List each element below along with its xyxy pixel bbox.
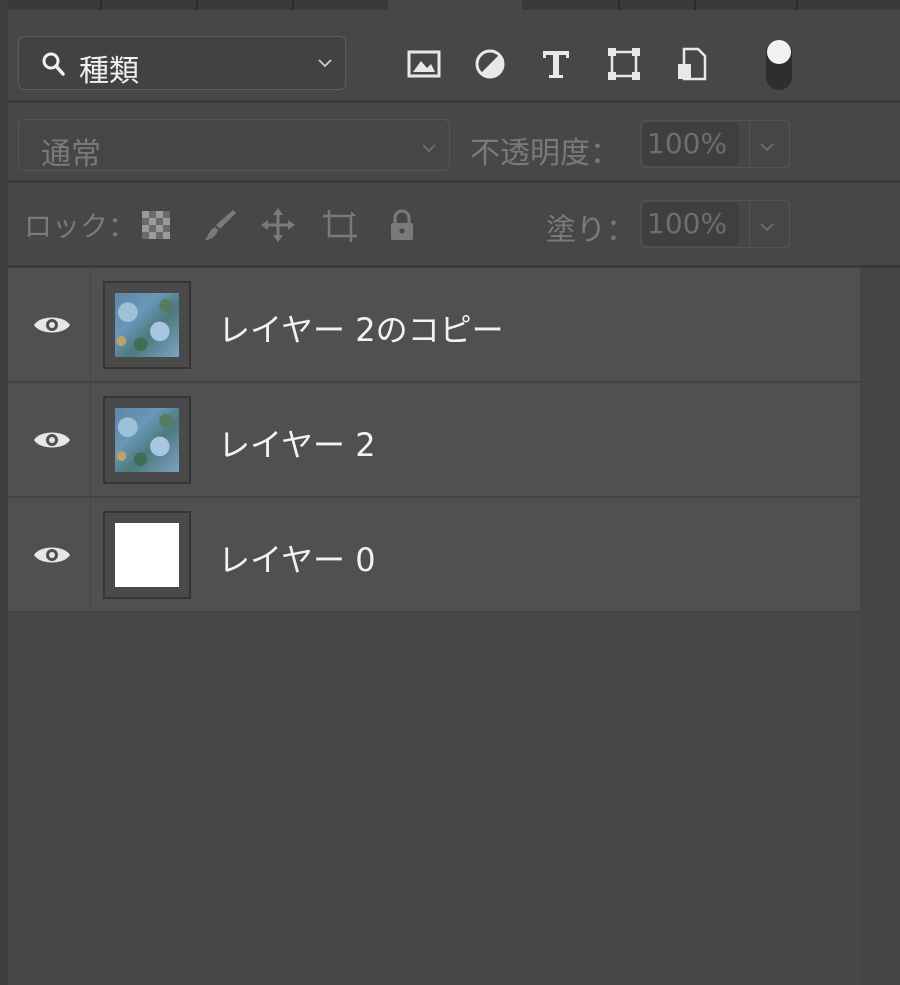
active-panel-tab[interactable] [388,0,522,10]
visibility-cell[interactable] [8,498,91,611]
fill-label: 塗り： [546,213,636,248]
filter-kind-dropdown[interactable]: 種類 [18,36,346,90]
adjustment-filter-icon[interactable] [472,46,508,82]
field-separator [749,203,750,245]
lock-row: ロック： 塗り： 100% [8,183,900,265]
blend-mode-label: 通常 [41,137,101,172]
blend-mode-row: 通常 不透明度： 100% [8,103,900,183]
layer-filter-row: 種類 [8,10,900,100]
scrollbar-track[interactable] [860,268,900,985]
layer-name[interactable]: レイヤー 2のコピー [218,305,504,351]
layer-row[interactable]: レイヤー 2 [8,383,860,498]
tab-separator [196,0,198,10]
layers-list: レイヤー 2のコピー レイヤー 2 レイヤー 0 [8,268,860,613]
lock-all-icon[interactable] [384,207,420,243]
panel-left-edge [0,0,8,985]
layer-thumbnail[interactable] [103,281,191,369]
toggle-knob [767,40,791,64]
lock-artboard-icon[interactable] [322,207,358,243]
chevron-down-icon[interactable] [759,221,775,233]
fill-value: 100% [647,207,728,240]
tab-separator [796,0,798,10]
layer-row[interactable]: レイヤー 0 [8,498,860,613]
opacity-label: 不透明度： [470,136,620,171]
visibility-cell[interactable] [8,383,91,496]
layer-thumbnail-image [115,293,179,357]
blend-mode-dropdown[interactable]: 通常 [18,119,450,172]
filter-kind-label: 種類 [79,54,139,89]
smart-object-filter-icon[interactable] [674,46,710,82]
chevron-down-icon[interactable] [759,141,775,153]
layer-thumbnail-image [115,408,179,472]
image-filter-icon[interactable] [406,46,442,82]
opacity-value: 100% [647,127,728,160]
chevron-down-icon [318,59,332,68]
visibility-cell[interactable] [8,268,91,381]
filter-toggle-switch[interactable] [766,40,792,90]
layer-thumbnail[interactable] [103,396,191,484]
eye-icon[interactable] [32,312,72,338]
lock-position-icon[interactable] [260,207,296,243]
panel-tab-strip [0,0,900,10]
tab-separator [100,0,102,10]
opacity-field[interactable]: 100% [640,120,790,168]
tab-separator [694,0,696,10]
eye-icon[interactable] [32,542,72,568]
layer-row[interactable]: レイヤー 2のコピー [8,268,860,383]
layers-panel: 種類 通常 不透明度： 100% ロック： 塗り： 100% レイヤー 2のコピ… [8,10,900,985]
search-icon [42,52,65,76]
layer-thumbnail[interactable] [103,511,191,599]
layer-name[interactable]: レイヤー 2 [218,420,376,466]
tab-separator [618,0,620,10]
chevron-down-icon [422,144,436,153]
layer-name[interactable]: レイヤー 0 [218,535,376,581]
type-filter-icon[interactable] [538,46,574,82]
field-separator [749,123,750,165]
tab-separator [292,0,294,10]
lock-image-pixels-icon[interactable] [202,207,238,243]
lock-transparent-pixels-icon[interactable] [138,207,174,243]
fill-field[interactable]: 100% [640,200,790,248]
shape-filter-icon[interactable] [606,46,642,82]
layer-thumbnail-image [115,523,179,587]
eye-icon[interactable] [32,427,72,453]
lock-label: ロック： [24,210,137,243]
